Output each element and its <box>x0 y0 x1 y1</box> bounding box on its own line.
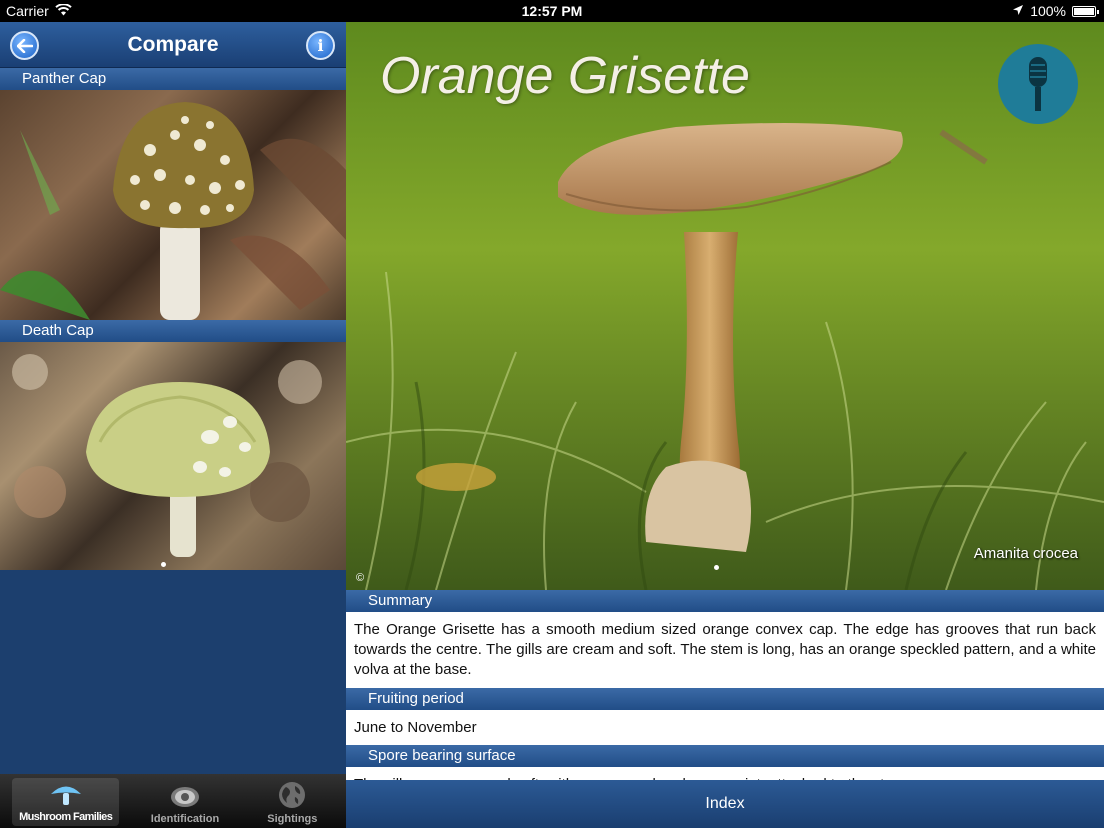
info-icon: i <box>317 36 324 55</box>
death-cap-photo[interactable] <box>0 342 346 570</box>
tab-bar: Mushroom Families Identification Sightin… <box>0 774 346 828</box>
index-button[interactable]: Index <box>346 780 1104 828</box>
species-details-scroll[interactable]: Summary The Orange Grisette has a smooth… <box>346 590 1104 780</box>
battery-icon <box>1072 5 1099 17</box>
species-latin-name: Amanita crocea <box>973 545 1078 562</box>
species-hero-photo[interactable]: Orange Grisette Amanita crocea © <box>346 22 1104 590</box>
status-bar: Carrier 12:57 PM 100% <box>0 0 1104 22</box>
tab-label: Mushroom Families <box>19 811 113 823</box>
summary-heading: Summary <box>346 590 1104 612</box>
clock: 12:57 PM <box>521 3 583 19</box>
mushroom-icon <box>50 786 81 805</box>
page-indicator-dot <box>161 562 166 567</box>
tab-sightings[interactable]: Sightings <box>239 774 346 828</box>
globe-icon <box>279 782 306 808</box>
eye-icon <box>170 787 199 807</box>
tab-label: Identification <box>150 813 220 825</box>
location-arrow-icon <box>1012 3 1024 19</box>
species-detail-panel: Orange Grisette Amanita crocea © Summary… <box>346 22 1104 828</box>
species-common-name: Orange Grisette <box>380 47 750 105</box>
tab-label: Sightings <box>267 813 318 825</box>
fruiting-text: June to November <box>346 710 1104 745</box>
compare-panel: Compare i Panther Cap Death Cap <box>0 22 346 774</box>
summary-text: The Orange Grisette has a smooth medium … <box>346 612 1104 688</box>
microphone-icon <box>1029 57 1047 111</box>
info-button[interactable]: i <box>306 31 335 60</box>
compare-navbar: Compare i <box>0 22 346 68</box>
compare-item-label: Death Cap <box>0 320 346 342</box>
page-indicator-dot <box>714 565 719 570</box>
spore-heading: Spore bearing surface <box>346 745 1104 767</box>
tab-mushroom-families[interactable]: Mushroom Families <box>12 778 120 826</box>
compare-item-label: Panther Cap <box>0 68 346 90</box>
panther-cap-photo[interactable] <box>0 90 346 320</box>
fruiting-heading: Fruiting period <box>346 688 1104 710</box>
tab-identification[interactable]: Identification <box>131 774 238 828</box>
copyright-label: © <box>356 572 365 584</box>
battery-percent: 100% <box>1030 3 1066 19</box>
spore-text: The gills are cream and soft, with a cre… <box>346 767 1104 780</box>
audio-button[interactable] <box>998 44 1078 124</box>
page-title: Compare <box>127 33 219 56</box>
